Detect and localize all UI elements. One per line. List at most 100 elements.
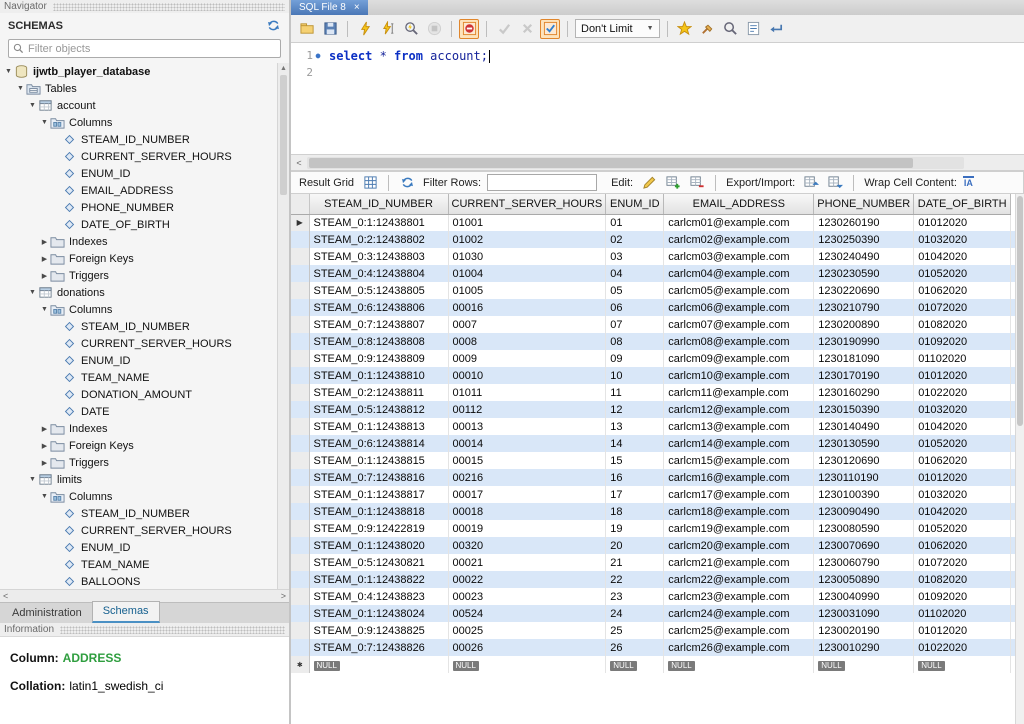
grid-cell[interactable]: 00017 [448,486,606,503]
grid-cell[interactable]: 00015 [448,452,606,469]
grid-cell[interactable]: 01005 [448,282,606,299]
tree-item-steam-id-number[interactable]: STEAM_ID_NUMBER [0,505,277,522]
grid-cell[interactable]: 01102020 [914,605,1011,622]
expand-arrow-icon[interactable]: ▶ [39,459,50,467]
row-selector[interactable] [291,418,309,435]
grid-cell[interactable]: STEAM_0:1:12438818 [309,503,448,520]
grid-cell[interactable]: 04 [606,265,664,282]
scroll-up-arrow-icon[interactable]: ▲ [278,63,289,74]
grid-cell[interactable]: carlcm03@example.com [664,248,814,265]
grid-view-icon[interactable] [360,173,380,193]
grid-cell[interactable]: carlcm19@example.com [664,520,814,537]
grid-cell[interactable]: 01082020 [914,571,1011,588]
grid-cell-null[interactable]: NULL [914,656,1011,673]
grid-cell[interactable]: carlcm04@example.com [664,265,814,282]
close-tab-icon[interactable]: × [354,2,360,13]
grid-cell[interactable]: 1230031090 [814,605,914,622]
grid-cell[interactable]: 1230200890 [814,316,914,333]
grid-cell[interactable]: STEAM_0:1:12438020 [309,537,448,554]
grid-cell[interactable]: carlcm09@example.com [664,350,814,367]
grid-cell[interactable]: 03 [606,248,664,265]
row-selector[interactable] [291,231,309,248]
row-selector[interactable] [291,503,309,520]
grid-cell[interactable]: 1230140490 [814,418,914,435]
grid-cell[interactable]: 00018 [448,503,606,520]
tree-item-enum-id[interactable]: ENUM_ID [0,165,277,182]
tree-item-ijwtb-player-database[interactable]: ▼ijwtb_player_database [0,63,277,80]
row-selector[interactable] [291,333,309,350]
row-selector[interactable] [291,622,309,639]
grid-cell-null[interactable]: NULL [448,656,606,673]
scrollbar-track[interactable] [307,157,964,169]
tree-item-email-address[interactable]: EMAIL_ADDRESS [0,182,277,199]
expand-arrow-icon[interactable]: ▶ [39,442,50,450]
grid-cell[interactable]: 1230120690 [814,452,914,469]
grid-cell[interactable]: 01 [606,214,664,231]
tree-item-date[interactable]: DATE [0,403,277,420]
grid-cell[interactable]: STEAM_0:7:12438826 [309,639,448,656]
collapse-arrow-icon[interactable]: ▼ [39,119,50,126]
grid-cell[interactable]: STEAM_0:9:12422819 [309,520,448,537]
grid-cell[interactable]: 23 [606,588,664,605]
delete-row-icon[interactable] [687,173,707,193]
tree-item-columns[interactable]: ▼Columns [0,301,277,318]
grid-cell[interactable]: 1230210790 [814,299,914,316]
grid-cell[interactable]: 01030 [448,248,606,265]
row-selector[interactable] [291,605,309,622]
grid-cell[interactable]: 00022 [448,571,606,588]
grid-cell[interactable]: 01004 [448,265,606,282]
row-selector[interactable] [291,639,309,656]
insert-row-icon[interactable] [663,173,683,193]
grid-cell[interactable]: 1230110190 [814,469,914,486]
open-script-icon[interactable] [297,19,317,39]
toggle-stop-on-error-icon[interactable] [459,19,479,39]
grid-cell[interactable]: 22 [606,571,664,588]
grid-cell[interactable]: 1230060790 [814,554,914,571]
grid-cell[interactable]: 07 [606,316,664,333]
sql-code-editor[interactable]: 1●select * from account;2 [291,43,1024,155]
grid-cell[interactable]: carlcm18@example.com [664,503,814,520]
grid-cell[interactable]: 1230070690 [814,537,914,554]
grid-cell[interactable]: 1230010290 [814,639,914,656]
grid-cell[interactable]: 06 [606,299,664,316]
column-header-current_server_hours[interactable]: CURRENT_SERVER_HOURS [448,194,606,214]
row-selector[interactable] [291,452,309,469]
grid-cell[interactable]: 1230150390 [814,401,914,418]
grid-cell[interactable]: 01062020 [914,452,1011,469]
tree-item-triggers[interactable]: ▶Triggers [0,267,277,284]
collapse-arrow-icon[interactable]: ▼ [27,102,38,109]
grid-cell[interactable]: 01032020 [914,401,1011,418]
grid-cell[interactable]: STEAM_0:2:12438802 [309,231,448,248]
grid-cell[interactable]: 00010 [448,367,606,384]
grid-cell[interactable]: 00013 [448,418,606,435]
grid-cell[interactable]: STEAM_0:8:12438808 [309,333,448,350]
tree-item-account[interactable]: ▼account [0,97,277,114]
grid-cell[interactable]: STEAM_0:1:12438801 [309,214,448,231]
tree-item-enum-id[interactable]: ENUM_ID [0,539,277,556]
grid-cell[interactable]: 1230050890 [814,571,914,588]
tree-item-balloons[interactable]: BALLOONS [0,573,277,589]
grid-cell[interactable]: 17 [606,486,664,503]
wrap-text-icon[interactable] [767,19,787,39]
grid-cell[interactable]: 00019 [448,520,606,537]
grid-cell[interactable]: 01012020 [914,622,1011,639]
grid-cell[interactable]: 00524 [448,605,606,622]
column-header-date_of_birth[interactable]: DATE_OF_BIRTH [914,194,1011,214]
grid-cell[interactable]: 1230250390 [814,231,914,248]
grid-cell[interactable]: 01052020 [914,265,1011,282]
grid-cell[interactable]: carlcm08@example.com [664,333,814,350]
grid-cell[interactable]: 00026 [448,639,606,656]
row-selector[interactable] [291,248,309,265]
row-selector[interactable] [291,469,309,486]
grid-cell[interactable]: 00320 [448,537,606,554]
grid-cell[interactable]: STEAM_0:1:12438024 [309,605,448,622]
grid-cell[interactable]: 1230090490 [814,503,914,520]
grid-cell[interactable]: 01012020 [914,214,1011,231]
scrollbar-thumb[interactable] [1017,196,1023,426]
row-selector[interactable] [291,520,309,537]
grid-cell-null[interactable]: NULL [606,656,664,673]
beautify-script-icon[interactable] [698,19,718,39]
grid-cell[interactable]: STEAM_0:1:12438817 [309,486,448,503]
grid-cell[interactable]: 05 [606,282,664,299]
grid-cell[interactable]: carlcm17@example.com [664,486,814,503]
